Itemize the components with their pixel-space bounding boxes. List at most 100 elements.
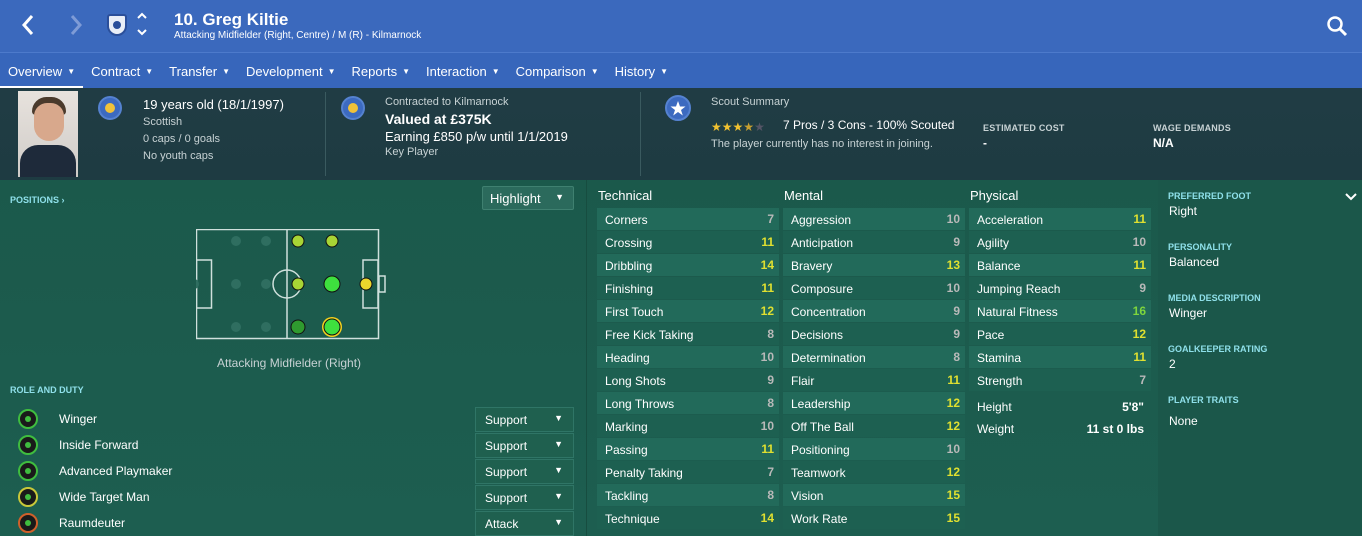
attribute-row[interactable]: Heading 10 [597,346,779,368]
attribute-name: Off The Ball [791,420,854,434]
attribute-row[interactable]: Finishing 11 [597,277,779,299]
attribute-row[interactable]: Penalty Taking 7 [597,461,779,483]
tab-label: Interaction [426,64,487,79]
attribute-row[interactable]: Off The Ball 12 [783,415,965,437]
role-row[interactable]: Inside Forward Support ▼ [0,432,576,458]
attribute-row[interactable]: Natural Fitness 16 [969,300,1151,322]
attribute-row[interactable]: Bravery 13 [783,254,965,276]
attribute-value: 9 [953,327,960,341]
attribute-name: Penalty Taking [605,466,683,480]
club-badge-icon[interactable] [341,96,365,120]
attribute-row[interactable]: Teamwork 12 [783,461,965,483]
contract-club[interactable]: Contracted to Kilmarnock [385,96,509,108]
attribute-row[interactable]: Crossing 11 [597,231,779,253]
club-crest-icon[interactable] [107,14,127,36]
attribute-name: Determination [791,351,866,365]
page-title: 10. Greg Kiltie [174,10,289,29]
chevron-down-icon: ▼ [67,67,76,76]
attribute-value: 15 [946,488,960,502]
attribute-name: Strength [977,374,1023,388]
tab-transfer[interactable]: Transfer ▼ [161,53,238,89]
duty-dropdown[interactable]: Attack ▼ [475,511,574,536]
tab-development[interactable]: Development ▼ [238,53,344,89]
duty-dropdown[interactable]: Support ▼ [475,433,574,458]
chevron-down-icon: ▼ [555,192,564,202]
attribute-row[interactable]: Free Kick Taking 8 [597,323,779,345]
scout-star-badge-icon[interactable] [665,95,691,121]
attribute-row[interactable]: Dribbling 14 [597,254,779,276]
tab-overview[interactable]: Overview ▼ [0,53,84,89]
attribute-row[interactable]: Flair 11 [783,369,965,391]
chevron-down-icon[interactable] [1345,189,1357,207]
chevron-down-icon: ▼ [660,67,669,76]
attribute-row[interactable]: Jumping Reach 9 [969,277,1151,299]
top-bar: 10. Greg Kiltie Attacking Midfielder (Ri… [0,0,1362,52]
forward-button[interactable] [68,13,84,41]
attribute-row[interactable]: Passing 11 [597,438,779,460]
player-nationality[interactable]: Scottish [143,116,182,128]
positions-header[interactable]: POSITIONS › [10,195,65,205]
attribute-name: Marking [605,420,648,434]
attribute-row[interactable]: Tackling 8 [597,484,779,506]
role-row[interactable]: Advanced Playmaker Support ▼ [0,458,576,484]
role-row[interactable]: Raumdeuter Attack ▼ [0,510,576,536]
chevron-right-icon [70,15,83,35]
attribute-row[interactable]: Stamina 11 [969,346,1151,368]
attribute-row[interactable]: Vision 15 [783,484,965,506]
attribute-name: Composure [791,282,854,296]
attribute-name: Stamina [977,351,1022,365]
role-row[interactable]: Wide Target Man Support ▼ [0,484,576,510]
attribute-row[interactable]: Aggression 10 [783,208,965,230]
role-row[interactable]: Winger Support ▼ [0,406,576,432]
attribute-row[interactable]: Composure 10 [783,277,965,299]
attribute-row[interactable]: Long Throws 8 [597,392,779,414]
attribute-row[interactable]: Long Shots 9 [597,369,779,391]
role-and-duty-header: ROLE AND DUTY [10,385,84,395]
attribute-row[interactable]: Positioning 10 [783,438,965,460]
tab-comparison[interactable]: Comparison ▼ [508,53,607,89]
role-name: Winger [59,412,98,426]
attribute-value: 8 [953,350,960,364]
duty-dropdown[interactable]: Support ▼ [475,485,574,510]
duty-dropdown[interactable]: Support ▼ [475,407,574,432]
highlight-dropdown[interactable]: Highlight ▼ [482,186,574,210]
search-icon[interactable] [1326,15,1348,37]
attribute-value: 8 [767,488,774,502]
scout-pros-cons: 7 Pros / 3 Cons - 100% Scouted [783,118,955,132]
attribute-name: Dribbling [605,259,653,273]
physical-header: Physical [970,188,1019,203]
tab-label: Development [246,64,323,79]
attribute-row[interactable]: Determination 8 [783,346,965,368]
attribute-row[interactable]: Pace 12 [969,323,1151,345]
tab-history[interactable]: History ▼ [607,53,676,89]
chevron-down-icon: ▼ [554,517,563,527]
attribute-row[interactable]: Corners 7 [597,208,779,230]
attribute-value: 11 [761,442,774,456]
attribute-row[interactable]: Concentration 9 [783,300,965,322]
attribute-value: 9 [1139,281,1146,295]
attribute-name: Heading [605,351,650,365]
back-button[interactable] [20,13,36,41]
player-cycle-arrows[interactable] [137,11,147,41]
attribute-row[interactable]: Agility 10 [969,231,1151,253]
attribute-row[interactable]: Technique 14 [597,507,779,529]
attribute-row[interactable]: Strength 7 [969,369,1151,391]
tab-reports[interactable]: Reports ▼ [344,53,418,89]
attribute-row[interactable]: Work Rate 15 [783,507,965,529]
attribute-row[interactable]: First Touch 12 [597,300,779,322]
attribute-value: 8 [767,396,774,410]
duty-dropdown[interactable]: Support ▼ [475,459,574,484]
attribute-row[interactable]: Anticipation 9 [783,231,965,253]
attribute-row[interactable]: Leadership 12 [783,392,965,414]
tab-contract[interactable]: Contract ▼ [83,53,161,89]
nation-badge-icon[interactable] [98,96,122,120]
wage-demands-value: N/A [1153,136,1174,150]
tab-interaction[interactable]: Interaction ▼ [418,53,508,89]
attribute-row[interactable]: Marking 10 [597,415,779,437]
star-icon: ★ [711,120,722,134]
player-traits-value: None [1169,414,1198,428]
attribute-row[interactable]: Acceleration 11 [969,208,1151,230]
attribute-name: Natural Fitness [977,305,1058,319]
attribute-row[interactable]: Balance 11 [969,254,1151,276]
attribute-row[interactable]: Decisions 9 [783,323,965,345]
